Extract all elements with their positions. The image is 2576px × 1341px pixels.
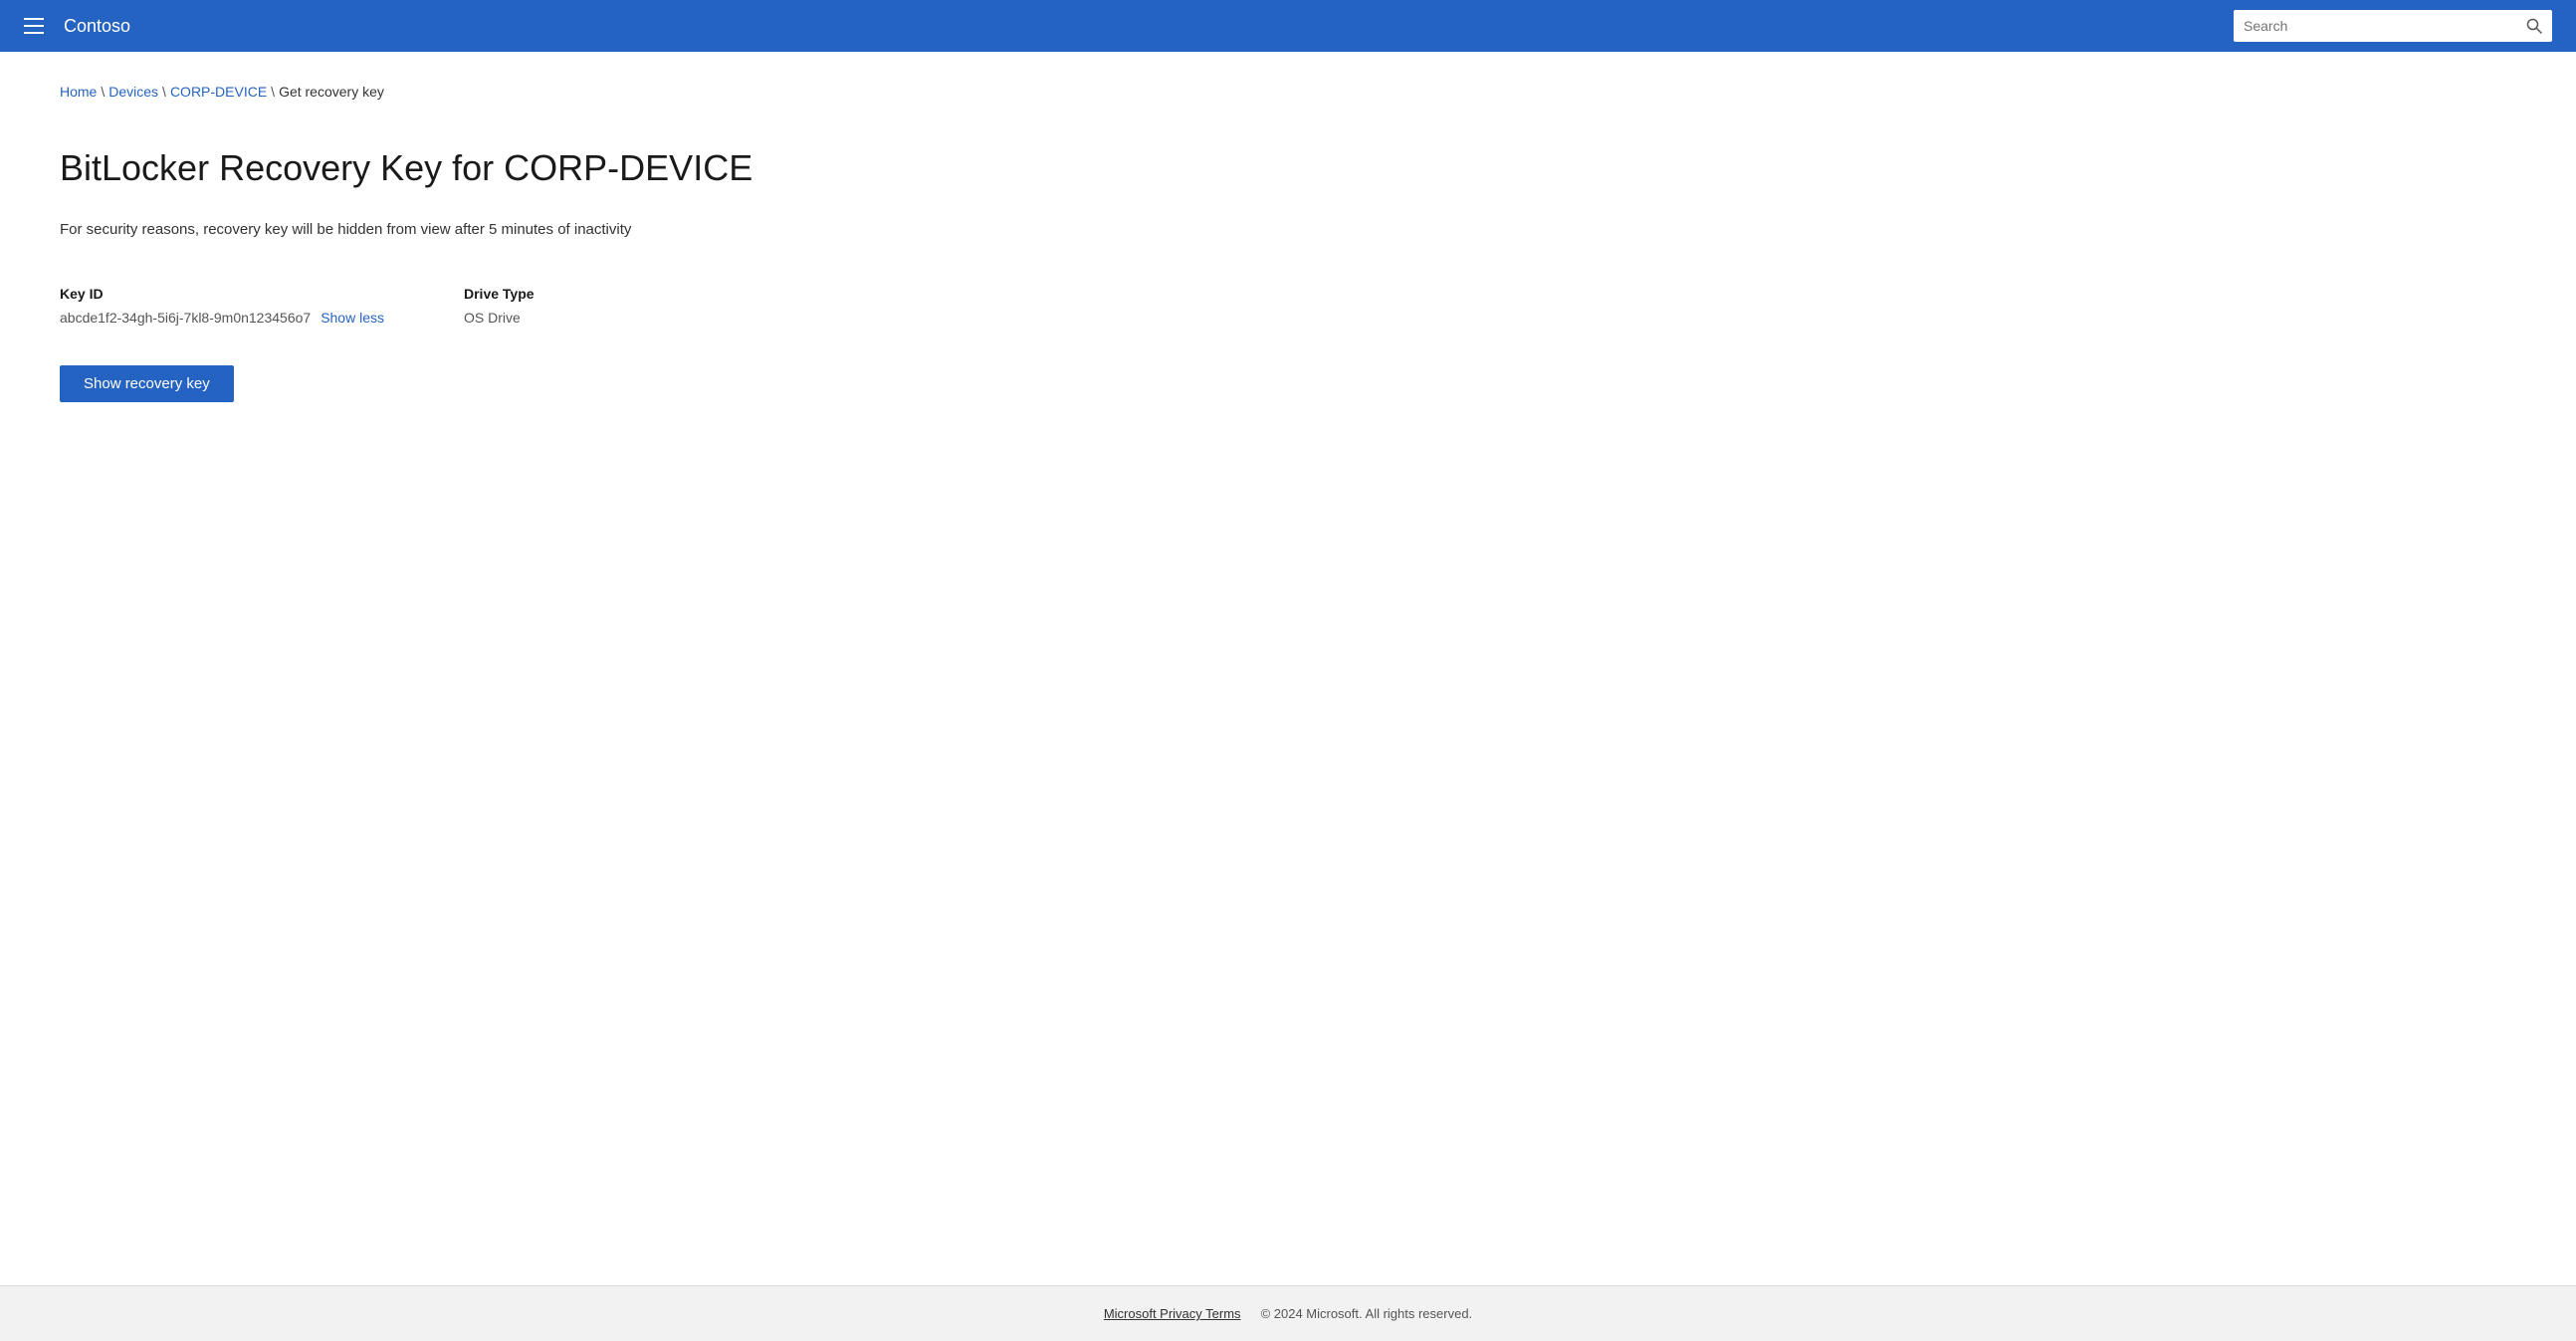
hamburger-menu[interactable]: [24, 18, 44, 34]
key-id-value: abcde1f2-34gh-5i6j-7kl8-9m0n123456o7: [60, 310, 311, 326]
search-input[interactable]: [2244, 18, 2526, 34]
brand-name: Contoso: [64, 16, 2234, 37]
show-less-link[interactable]: Show less: [321, 310, 384, 326]
breadcrumb-sep-2: \: [162, 84, 166, 100]
key-details: Key ID abcde1f2-34gh-5i6j-7kl8-9m0n12345…: [60, 286, 2516, 326]
main-content: Home \ Devices \ CORP-DEVICE \ Get recov…: [0, 52, 2576, 1285]
key-id-row: abcde1f2-34gh-5i6j-7kl8-9m0n123456o7 Sho…: [60, 310, 384, 326]
breadcrumb: Home \ Devices \ CORP-DEVICE \ Get recov…: [60, 84, 2516, 100]
key-id-label: Key ID: [60, 286, 384, 302]
copyright-text: © 2024 Microsoft. All rights reserved.: [1261, 1306, 1473, 1321]
breadcrumb-sep-3: \: [271, 84, 275, 100]
footer: Microsoft Privacy Terms © 2024 Microsoft…: [0, 1285, 2576, 1341]
drive-type-value: OS Drive: [464, 310, 535, 326]
show-recovery-key-button[interactable]: Show recovery key: [60, 365, 234, 402]
privacy-terms-link[interactable]: Microsoft Privacy Terms: [1104, 1306, 1241, 1321]
drive-type-label: Drive Type: [464, 286, 535, 302]
breadcrumb-device[interactable]: CORP-DEVICE: [170, 84, 267, 100]
breadcrumb-sep-1: \: [101, 84, 105, 100]
search-button[interactable]: [2526, 18, 2542, 34]
drive-type-column: Drive Type OS Drive: [464, 286, 535, 326]
breadcrumb-current: Get recovery key: [279, 84, 384, 100]
key-id-column: Key ID abcde1f2-34gh-5i6j-7kl8-9m0n12345…: [60, 286, 384, 326]
breadcrumb-devices[interactable]: Devices: [108, 84, 158, 100]
security-notice: For security reasons, recovery key will …: [60, 221, 2516, 238]
search-icon: [2526, 18, 2542, 34]
app-header: Contoso: [0, 0, 2576, 52]
page-title: BitLocker Recovery Key for CORP-DEVICE: [60, 147, 2516, 189]
search-box: [2234, 10, 2552, 42]
breadcrumb-home[interactable]: Home: [60, 84, 97, 100]
